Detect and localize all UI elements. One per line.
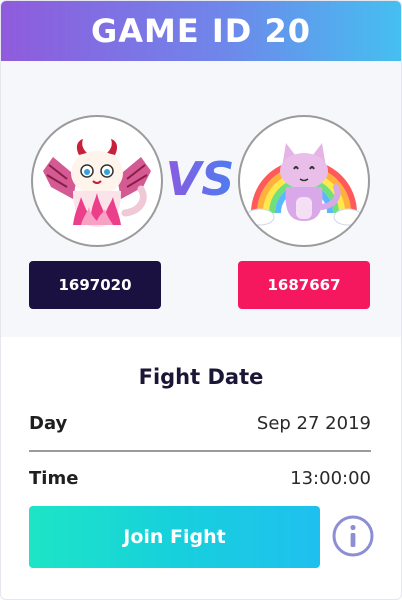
card-header: GAME ID 20	[1, 1, 401, 61]
game-title: GAME ID 20	[90, 12, 311, 50]
vs-label: VS	[166, 152, 235, 206]
right-kitty-avatar[interactable]	[238, 115, 370, 247]
pink-dragon-kitty-icon	[43, 139, 151, 227]
time-value: 13:00:00	[290, 467, 371, 489]
join-fight-button[interactable]: Join Fight	[29, 506, 320, 568]
vs-text: VS	[166, 152, 235, 206]
info-icon	[332, 515, 374, 557]
rainbow-kitty-icon	[245, 143, 363, 226]
divider	[29, 450, 371, 452]
day-value: Sep 27 2019	[256, 412, 371, 434]
matchup-panel: VS 1697020 1687667	[1, 61, 401, 337]
fight-date-title: Fight Date	[138, 365, 264, 389]
left-kitty-avatar[interactable]	[31, 115, 163, 247]
game-card: GAME ID 20 VS 1697020 1687667 Fight Date…	[0, 0, 402, 600]
left-kitty-id-button[interactable]: 1697020	[29, 261, 161, 309]
right-kitty-id-button[interactable]: 1687667	[238, 261, 370, 309]
time-label: Time	[29, 467, 79, 489]
day-row: Day Sep 27 2019	[29, 409, 371, 437]
info-button[interactable]	[331, 514, 375, 558]
day-label: Day	[29, 412, 68, 434]
time-row: Time 13:00:00	[29, 464, 371, 492]
